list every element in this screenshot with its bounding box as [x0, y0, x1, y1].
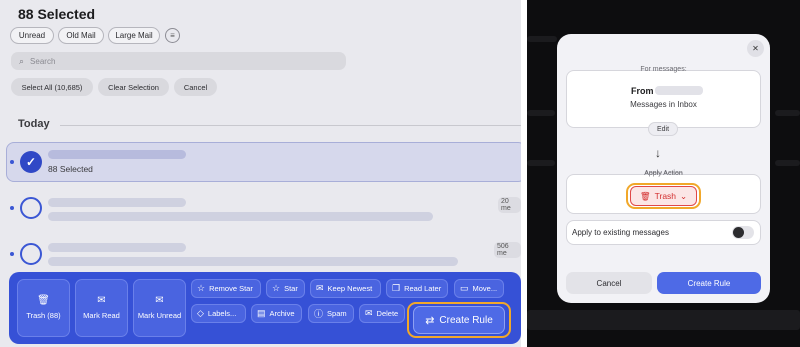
- star-icon: ☆: [272, 283, 281, 293]
- message-count: 506 me: [494, 242, 521, 258]
- mail-list-pane: 88 Selected Unread Old Mail Large Mail ≡…: [0, 0, 521, 347]
- move-button[interactable]: ▭ Move...: [454, 279, 504, 298]
- trash-button[interactable]: 🗑 Trash (88): [17, 279, 70, 337]
- trash-icon: 🗑: [37, 295, 50, 306]
- selected-row-label: 88 Selected: [48, 164, 93, 174]
- redacted-sender: [655, 86, 703, 95]
- condition-card: [566, 70, 761, 128]
- archive-icon: ▤: [257, 308, 266, 318]
- clear-selection-button[interactable]: Clear Selection: [98, 78, 169, 96]
- search-input[interactable]: ⌕ Search: [11, 52, 346, 70]
- keep-newest-label: Keep Newest: [327, 284, 373, 293]
- create-rule-button[interactable]: ⇄ Create Rule: [413, 306, 505, 334]
- unread-dot: [10, 252, 14, 256]
- edit-button[interactable]: Edit: [648, 122, 678, 136]
- delete-label: Delete: [376, 309, 399, 318]
- filter-chip-large-mail[interactable]: Large Mail: [108, 27, 160, 44]
- redacted-preview: [48, 212, 433, 221]
- apply-existing-label: Apply to existing messages: [572, 228, 669, 237]
- archive-button[interactable]: ▤ Archive: [251, 304, 302, 323]
- mail-x-icon: ✉: [365, 308, 373, 318]
- move-label: Move...: [472, 284, 498, 293]
- backdrop-shape: [527, 110, 555, 116]
- split-arrows-icon: ⇄: [425, 314, 435, 327]
- select-circle[interactable]: [20, 243, 42, 265]
- unread-dot: [10, 160, 14, 164]
- select-all-button[interactable]: Select All (10,685): [11, 78, 93, 96]
- action-label: Trash: [654, 191, 677, 201]
- read-later-button[interactable]: ❐ Read Later: [386, 279, 448, 298]
- spam-button[interactable]: ⓘ Spam: [308, 304, 354, 323]
- mark-read-button[interactable]: ✉ Mark Read: [75, 279, 128, 337]
- envelope-open-icon: ✉: [97, 295, 106, 306]
- filter-icon[interactable]: ≡: [165, 28, 180, 43]
- mark-unread-button[interactable]: ✉ Mark Unread: [133, 279, 186, 337]
- folder-icon: ▭: [460, 283, 469, 293]
- filter-chip-unread[interactable]: Unread: [10, 27, 54, 44]
- redacted-sender: [48, 198, 186, 207]
- archive-label: Archive: [269, 309, 295, 318]
- arrow-down-icon: ↓: [655, 146, 661, 160]
- apply-existing-toggle[interactable]: [732, 226, 754, 239]
- backdrop-shape: [527, 160, 555, 166]
- tag-icon: ◇: [197, 308, 204, 318]
- create-rule-label: Create Rule: [439, 314, 493, 326]
- from-label: From: [631, 86, 654, 96]
- selected-row[interactable]: [6, 142, 521, 182]
- section-divider: [60, 125, 521, 126]
- section-heading: Today: [18, 118, 50, 130]
- checkmark-icon[interactable]: ✓: [20, 151, 42, 173]
- labels-label: Labels...: [207, 309, 237, 318]
- trash-icon: 🗑: [639, 190, 651, 201]
- bookmark-icon: ❐: [392, 283, 401, 293]
- remove-star-label: Remove Star: [209, 284, 253, 293]
- alert-circle-icon: ⓘ: [314, 309, 324, 319]
- mark-read-label: Mark Read: [83, 311, 120, 320]
- chevron-down-icon: ⌄: [680, 190, 688, 201]
- message-count: 20 me: [498, 197, 521, 213]
- page-title: 88 Selected: [18, 6, 96, 22]
- labels-button[interactable]: ◇ Labels...: [191, 304, 246, 323]
- backdrop-shape: [527, 36, 557, 42]
- search-icon: ⌕: [19, 55, 25, 66]
- redacted-sender: [48, 243, 186, 252]
- star-slash-icon: ☆: [197, 283, 206, 293]
- action-dropdown[interactable]: 🗑 Trash ⌄: [630, 186, 697, 206]
- envelope-icon: ✉: [155, 295, 164, 306]
- filter-chip-old-mail[interactable]: Old Mail: [58, 27, 104, 44]
- dialog-cancel-button[interactable]: Cancel: [566, 272, 652, 294]
- backdrop-shape: [775, 110, 800, 116]
- for-messages-label: For messages:: [640, 66, 687, 73]
- condition-subtitle: Messages in Inbox: [630, 100, 697, 109]
- spam-label: Spam: [327, 309, 347, 318]
- delete-button[interactable]: ✉ Delete: [359, 304, 405, 323]
- unread-dot: [10, 206, 14, 210]
- search-placeholder: Search: [30, 56, 56, 66]
- mark-unread-label: Mark Unread: [137, 311, 182, 320]
- star-button[interactable]: ☆ Star: [266, 279, 305, 298]
- backdrop-shape: [775, 160, 800, 166]
- trash-button-label: Trash (88): [26, 311, 61, 320]
- dialog-create-rule-button[interactable]: Create Rule: [657, 272, 761, 294]
- close-icon[interactable]: ✕: [747, 40, 764, 57]
- keep-newest-button[interactable]: ✉ Keep Newest: [310, 279, 381, 298]
- redacted-preview: [48, 257, 458, 266]
- star-label: Star: [284, 284, 298, 293]
- mail-check-icon: ✉: [316, 283, 324, 293]
- read-later-label: Read Later: [404, 284, 442, 293]
- remove-star-button[interactable]: ☆ Remove Star: [191, 279, 261, 298]
- redacted-sender: [48, 150, 186, 159]
- apply-action-label: Apply Action: [644, 170, 683, 177]
- cancel-button[interactable]: Cancel: [174, 78, 217, 96]
- toggle-knob: [733, 227, 744, 238]
- backdrop-toolbar: [527, 310, 800, 330]
- select-circle[interactable]: [20, 197, 42, 219]
